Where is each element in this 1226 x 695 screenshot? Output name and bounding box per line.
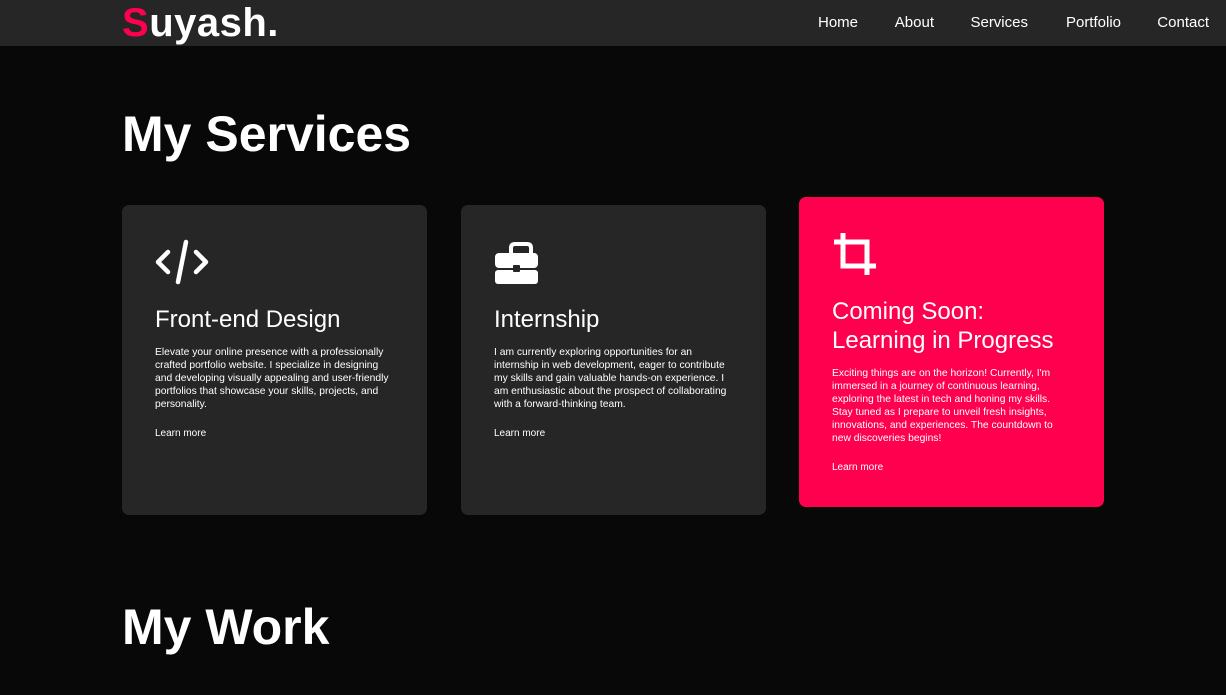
card-title: Coming Soon: Learning in Progress <box>832 298 1054 354</box>
service-card-internship: Internship I am currently exploring oppo… <box>461 205 766 515</box>
nav-link-home[interactable]: Home <box>818 14 858 32</box>
card-description: Exciting things are on the horizon! Curr… <box>832 368 1053 444</box>
learn-more-link[interactable]: Learn more <box>494 428 545 440</box>
card-title: Internship <box>494 306 600 333</box>
work-heading: My Work <box>122 599 330 655</box>
service-card-coming-soon: Coming Soon: Learning in Progress Exciti… <box>799 197 1104 507</box>
logo-text: uyash. <box>149 1 279 45</box>
learn-more-link[interactable]: Learn more <box>832 462 883 474</box>
card-description: Elevate your online presence with a prof… <box>155 347 389 410</box>
logo-accent-letter: S <box>122 1 150 45</box>
learn-more-link[interactable]: Learn more <box>155 428 206 440</box>
nav-link-about[interactable]: About <box>895 14 934 32</box>
code-icon <box>155 239 209 285</box>
briefcase-icon <box>495 242 538 284</box>
card-title: Front-end Design <box>155 306 341 333</box>
nav-link-services[interactable]: Services <box>970 14 1028 32</box>
navbar: Suyash. Home About Services Portfolio Co… <box>0 0 1226 46</box>
logo[interactable]: Suyash. <box>122 1 279 45</box>
services-heading: My Services <box>122 106 412 162</box>
nav-link-portfolio[interactable]: Portfolio <box>1066 14 1121 32</box>
nav-link-contact[interactable]: Contact <box>1157 14 1209 32</box>
crop-icon <box>834 233 876 275</box>
service-card-frontend: Front-end Design Elevate your online pre… <box>122 205 427 515</box>
card-description: I am currently exploring opportunities f… <box>494 347 727 410</box>
